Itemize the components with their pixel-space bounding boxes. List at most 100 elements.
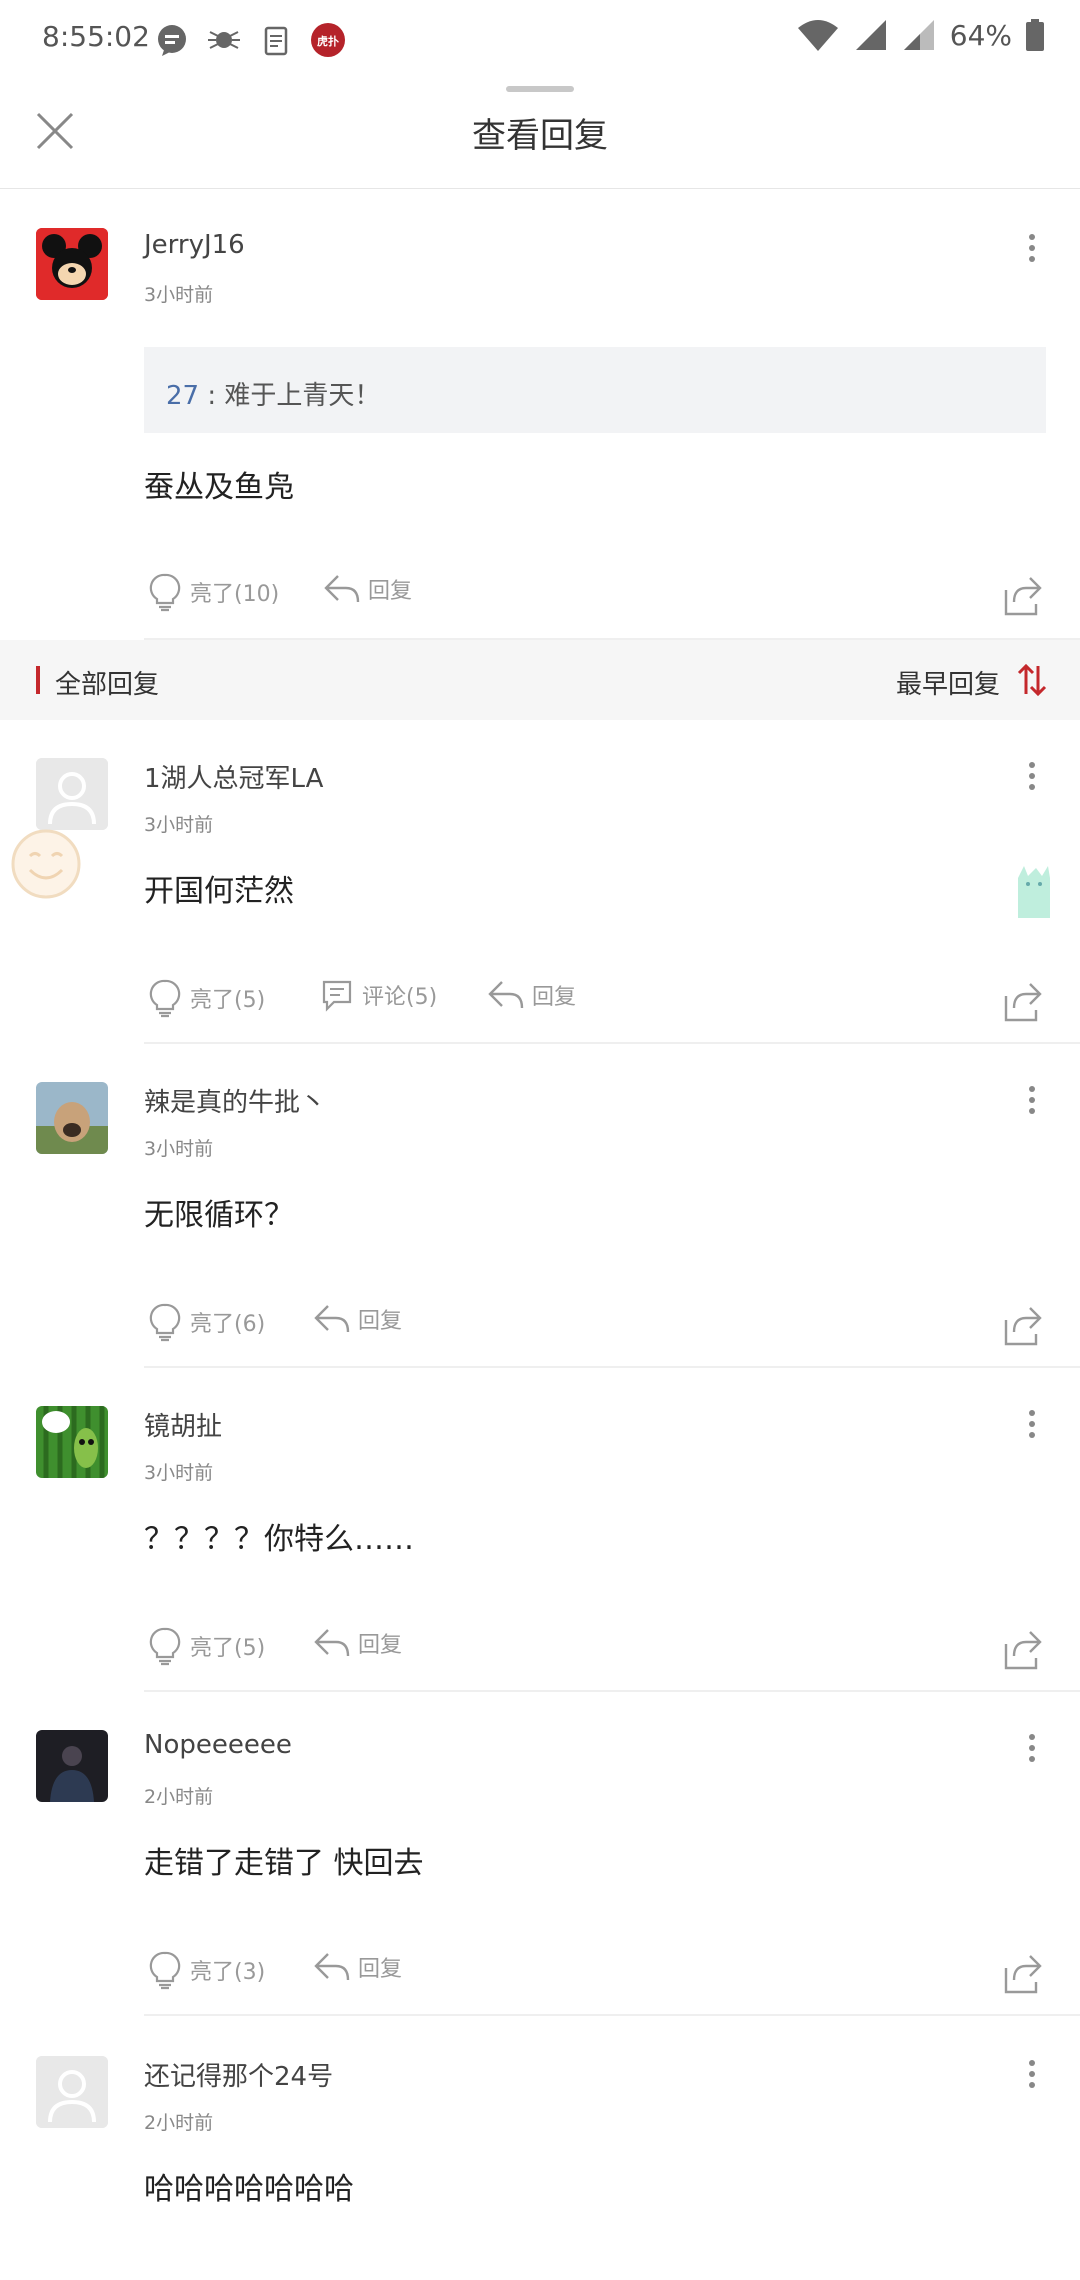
- avatar[interactable]: [36, 1730, 108, 1802]
- reply-actions: 亮了(6) 回复: [144, 1302, 1044, 1350]
- dog-avatar-icon: [36, 1082, 108, 1154]
- status-right: 64%: [796, 18, 1044, 52]
- username[interactable]: 还记得那个24号: [144, 2056, 333, 2093]
- reply-item: Nopeeeeee 2小时前 走错了走错了 快回去 亮了(3) 回复: [0, 1692, 1080, 2016]
- reply-button[interactable]: 回复: [488, 978, 576, 1012]
- reply-arrow-icon: [324, 575, 360, 603]
- pickle-avatar-icon: [36, 1406, 108, 1478]
- share-icon[interactable]: [1000, 574, 1044, 618]
- username[interactable]: Nopeeeeee: [144, 1730, 292, 1760]
- sort-toggle-label[interactable]: 最早回复: [896, 664, 1000, 701]
- like-label: 亮了(3): [190, 1960, 266, 1985]
- reply-label: 回复: [532, 985, 577, 1010]
- wifi-icon: [797, 20, 838, 51]
- share-icon[interactable]: [1000, 980, 1044, 1024]
- section-title: 全部回复: [55, 670, 160, 700]
- like-label: 亮了(5): [190, 1636, 266, 1661]
- reply-button[interactable]: 回复: [314, 1626, 402, 1660]
- default-avatar-icon: [36, 2056, 108, 2128]
- share-icon[interactable]: [1000, 1304, 1044, 1348]
- username[interactable]: JerryJ16: [144, 230, 245, 260]
- like-button[interactable]: 亮了(10): [148, 572, 279, 612]
- floating-ghost-icon[interactable]: [1014, 862, 1054, 918]
- reply-item: 镜胡扯 3小时前 ？？？？你特么…… 亮了(5) 回复: [0, 1368, 1080, 1692]
- reply-content: 无限循环？: [144, 1198, 294, 1233]
- like-button[interactable]: 亮了(6): [148, 1302, 265, 1342]
- more-options-icon[interactable]: [1014, 1730, 1050, 1766]
- reply-time: 3小时前: [144, 814, 214, 836]
- like-button[interactable]: 亮了(5): [148, 978, 265, 1018]
- like-button[interactable]: 亮了(3): [148, 1950, 265, 1990]
- status-bar: 8:55:02 虎扑 64%: [0, 0, 1080, 80]
- more-options-icon[interactable]: [1014, 230, 1050, 266]
- reply-label: 回复: [358, 1633, 403, 1658]
- reply-label: 回复: [368, 579, 413, 604]
- status-time: 8:55:02: [42, 20, 150, 53]
- username[interactable]: 辣是真的牛批丶: [144, 1082, 326, 1119]
- like-button[interactable]: 亮了(5): [148, 1626, 265, 1666]
- reply-content: ？？？？你特么……: [144, 1522, 414, 1557]
- reply-actions: 亮了(5) 评论(5) 回复: [144, 978, 1044, 1026]
- post-time: 3小时前: [144, 284, 214, 306]
- avatar[interactable]: [36, 2056, 108, 2128]
- more-options-icon[interactable]: [1014, 1406, 1050, 1442]
- battery-icon: [1026, 19, 1044, 51]
- app-badge-icon: 虎扑: [311, 23, 345, 57]
- avatar[interactable]: [36, 228, 108, 300]
- reply-label: 回复: [358, 1957, 403, 1982]
- avatar[interactable]: [36, 758, 108, 830]
- reply-arrow-icon: [314, 1953, 350, 1981]
- signal-icon: [903, 20, 934, 50]
- spider-icon: [208, 31, 240, 49]
- page-title: 查看回复: [472, 116, 608, 156]
- reply-arrow-icon: [488, 981, 524, 1009]
- reply-arrow-icon: [314, 1629, 350, 1657]
- lightbulb-icon: [149, 1951, 181, 1990]
- quote-floor-number: 27: [166, 381, 200, 411]
- post-content: 蚕丛及鱼凫: [144, 470, 294, 505]
- quote-line: 27 : 难于上青天！: [166, 375, 380, 412]
- reply-time: 2小时前: [144, 1786, 214, 1808]
- reply-actions: 亮了(5) 回复: [144, 1626, 1044, 1674]
- reply-button[interactable]: 回复: [324, 572, 412, 606]
- message-icon: [158, 25, 186, 56]
- reply-time: 2小时前: [144, 2112, 214, 2134]
- more-options-icon[interactable]: [1014, 758, 1050, 794]
- avatar[interactable]: [36, 1082, 108, 1154]
- reply-label: 回复: [358, 1309, 403, 1334]
- reply-time: 3小时前: [144, 1462, 214, 1484]
- reply-button[interactable]: 回复: [314, 1302, 402, 1336]
- sort-icon[interactable]: [1014, 662, 1050, 698]
- original-post: JerryJ16 3小时前 27 : 难于上青天！ 蚕丛及鱼凫 亮了(10) 回…: [0, 188, 1080, 640]
- comment-label: 评论(5): [362, 985, 438, 1010]
- reply-item: 1湖人总冠军LA 3小时前 开国何茫然 亮了(5) 评论(5) 回复: [0, 720, 1080, 1044]
- share-icon[interactable]: [1000, 1952, 1044, 1996]
- lightbulb-icon: [149, 573, 181, 612]
- avatar[interactable]: [36, 1406, 108, 1478]
- floating-smiley-icon[interactable]: [10, 828, 82, 900]
- quote-separator: :: [199, 381, 225, 411]
- drag-handle[interactable]: [506, 86, 574, 92]
- username[interactable]: 1湖人总冠军LA: [144, 758, 323, 795]
- lightbulb-icon: [149, 1303, 181, 1342]
- share-icon[interactable]: [1000, 1628, 1044, 1672]
- reply-content: 走错了走错了 快回去: [144, 1846, 424, 1881]
- reply-actions: 亮了(3) 回复: [144, 1950, 1044, 1998]
- reply-time: 3小时前: [144, 1138, 214, 1160]
- signal-icon: [855, 20, 886, 50]
- battery-percent: 64%: [949, 18, 1012, 52]
- reply-button[interactable]: 回复: [314, 1950, 402, 1984]
- document-icon: [264, 26, 288, 56]
- more-options-icon[interactable]: [1014, 2056, 1050, 2092]
- mickey-avatar-icon: [36, 228, 108, 300]
- section-accent-bar: [36, 666, 40, 694]
- like-label: 亮了(5): [190, 988, 266, 1013]
- person-photo-avatar-icon: [36, 1730, 108, 1802]
- comment-icon: [322, 980, 352, 1012]
- more-options-icon[interactable]: [1014, 1082, 1050, 1118]
- app-badge-text: 虎扑: [317, 34, 339, 48]
- quote-box[interactable]: 27 : 难于上青天！: [144, 347, 1046, 433]
- username[interactable]: 镜胡扯: [144, 1406, 222, 1443]
- like-label: 亮了(10): [190, 582, 280, 607]
- comment-button[interactable]: 评论(5): [320, 978, 437, 1012]
